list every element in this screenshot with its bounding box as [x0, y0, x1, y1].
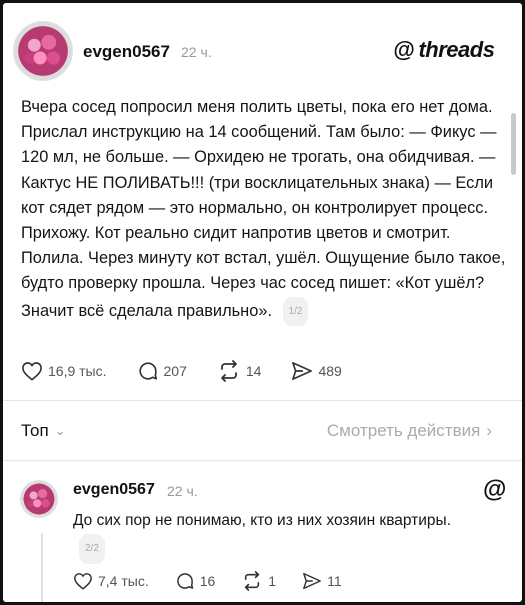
post-username[interactable]: evgen0567 — [83, 42, 170, 62]
post-text: Вчера сосед попросил меня полить цветы, … — [21, 98, 506, 320]
paper-plane-icon — [303, 572, 322, 590]
repost-button[interactable]: 14 — [217, 360, 262, 382]
heart-icon — [74, 573, 92, 590]
comment-button[interactable]: 207 — [137, 360, 187, 382]
page-indicator: 1/2 — [282, 296, 309, 326]
like-button[interactable]: 16,9 тыс. — [21, 361, 107, 381]
repost-count: 14 — [245, 363, 262, 379]
share-count: 11 — [327, 573, 342, 589]
page-indicator: 2/2 — [79, 534, 105, 564]
divider — [3, 400, 522, 401]
reply-time: 22 ч. — [167, 483, 198, 499]
share-button[interactable]: 11 — [302, 572, 342, 590]
main-post: evgen0567 22 ч. @ threads Вчера сосед по… — [3, 3, 522, 403]
threads-icon: @ — [482, 476, 506, 503]
heart-icon — [22, 362, 42, 381]
like-count: 16,9 тыс. — [48, 363, 107, 379]
repost-button[interactable]: 1 — [241, 571, 276, 591]
reply-body: До сих пор не понимаю, кто из них хозяин… — [73, 508, 463, 564]
view-actions-label: Смотреть действия — [326, 421, 481, 440]
threads-screen: evgen0567 22 ч. @ threads Вчера сосед по… — [3, 3, 522, 602]
reply-avatar[interactable] — [20, 480, 58, 518]
speech-bubble-icon — [138, 362, 157, 380]
chevron-right-icon: › — [486, 421, 492, 440]
reply-actions: 7,4 тыс. 16 1 11 — [73, 571, 372, 591]
share-count: 489 — [318, 363, 342, 379]
post-actions: 16,9 тыс. 207 14 489 — [21, 360, 372, 382]
repost-arrows-icon — [220, 360, 237, 382]
reply-text: До сих пор не понимаю, кто из них хозяин… — [73, 512, 452, 529]
share-button[interactable]: 489 — [291, 361, 342, 381]
reply-username[interactable]: evgen0567 — [73, 481, 155, 499]
thread-line — [41, 533, 43, 602]
like-button[interactable]: 7,4 тыс. — [73, 572, 149, 590]
repost-arrows-icon — [245, 571, 260, 591]
sort-dropdown[interactable]: Топ ⌄ — [21, 421, 66, 441]
like-count: 7,4 тыс. — [98, 573, 149, 589]
view-actions-link[interactable]: Смотреть действия › — [327, 421, 492, 441]
threads-wordmark: threads — [418, 37, 495, 62]
comment-count: 207 — [163, 363, 187, 379]
post-body: Вчера сосед попросил меня полить цветы, … — [21, 95, 509, 326]
post-time: 22 ч. — [181, 44, 212, 60]
comment-button[interactable]: 16 — [175, 571, 216, 591]
threads-icon: @ — [393, 37, 415, 62]
threads-logo: @ threads — [393, 37, 495, 63]
sort-label: Топ — [21, 421, 49, 440]
repost-count: 1 — [268, 573, 277, 589]
chevron-down-icon: ⌄ — [54, 423, 66, 438]
divider — [3, 460, 522, 461]
comment-count: 16 — [199, 573, 216, 589]
speech-bubble-icon — [176, 573, 193, 589]
paper-plane-icon — [292, 362, 313, 380]
avatar[interactable] — [13, 21, 73, 81]
